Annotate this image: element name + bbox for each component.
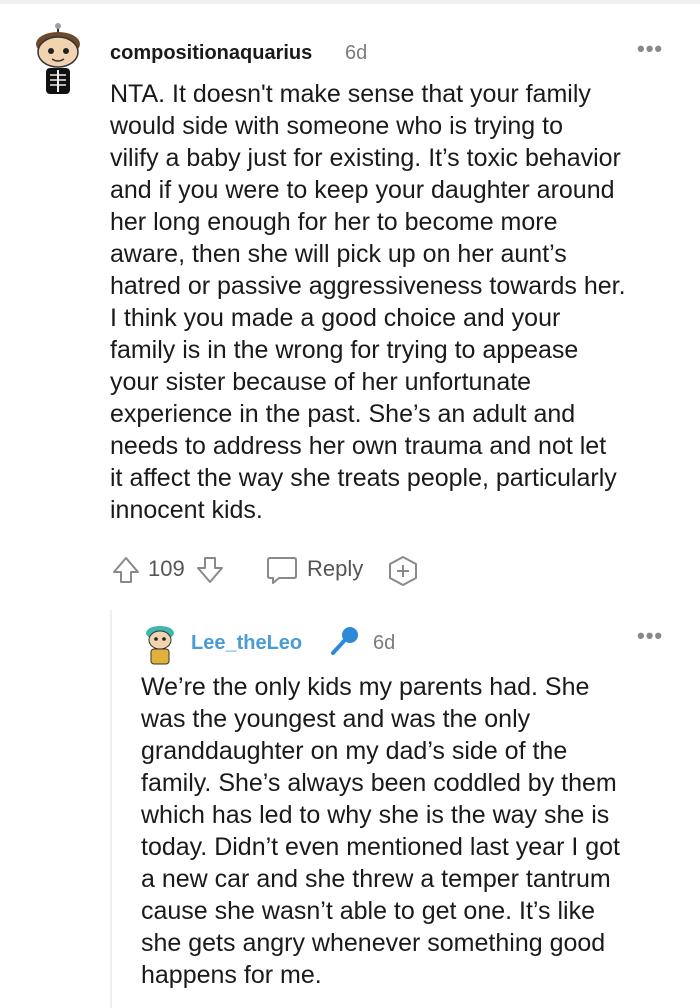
comment-2: Lee_theLeo 6d ••• We’re the only kids my… xyxy=(0,600,700,1008)
comment-body: We’re the only kids my parents had. She … xyxy=(141,673,620,989)
microphone-icon xyxy=(331,627,358,655)
vote-score: 109 xyxy=(148,556,185,581)
more-options-icon[interactable]: ••• xyxy=(637,38,663,60)
comment-actions: 109 Reply xyxy=(110,550,470,590)
more-options-icon[interactable]: ••• xyxy=(637,625,663,647)
user-avatar-icon[interactable] xyxy=(28,22,92,98)
comment-timestamp: 6d xyxy=(345,42,368,64)
award-icon[interactable] xyxy=(386,554,420,588)
comment-timestamp: 6d xyxy=(373,632,396,654)
comment-body: NTA. It doesn't make sense that your fam… xyxy=(110,80,626,524)
reply-button[interactable]: Reply xyxy=(307,556,363,582)
comment-author[interactable]: Lee_theLeo xyxy=(191,632,302,655)
comment-1: compositionaquarius 6d ••• NTA. It doesn… xyxy=(0,0,700,600)
upvote-icon[interactable] xyxy=(110,554,142,586)
user-avatar-icon[interactable] xyxy=(142,624,178,666)
reply-icon[interactable] xyxy=(265,554,299,586)
downvote-icon[interactable] xyxy=(194,554,226,586)
comment-author[interactable]: compositionaquarius xyxy=(110,42,312,65)
